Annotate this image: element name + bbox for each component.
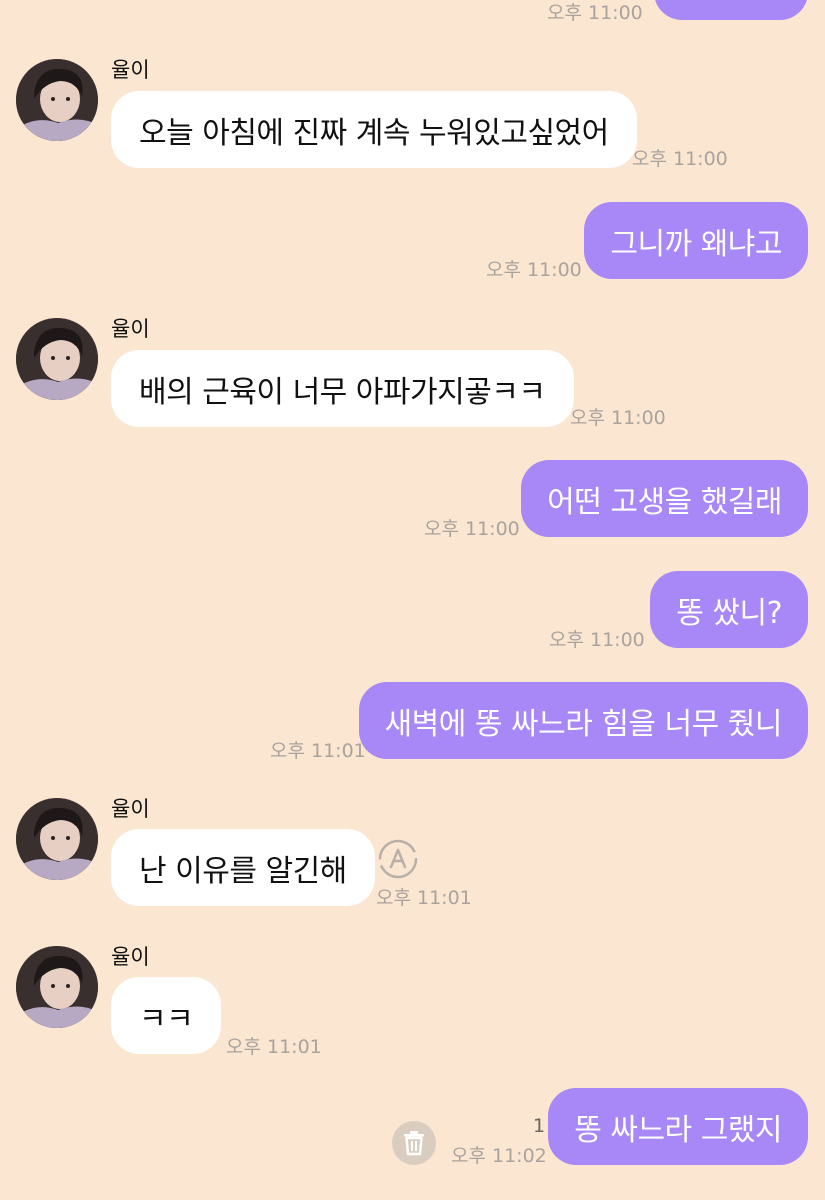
avatar-photo [16, 798, 98, 880]
message-bubble-outgoing[interactable]: 새벽에 똥 싸느라 힘을 너무 줬니 [358, 682, 808, 759]
delete-button[interactable] [392, 1121, 436, 1165]
partner-avatar[interactable] [16, 59, 98, 141]
avatar-photo [16, 59, 98, 141]
partner-name: 율이 [111, 945, 150, 969]
message-timestamp: 오후 11:01 [270, 740, 366, 762]
message-bubble-outgoing[interactable]: 어떤 고생을 했길래 [521, 460, 808, 537]
unread-count: 1 [533, 1115, 546, 1137]
message-timestamp: 오후 11:02 [451, 1145, 547, 1167]
message-bubble-incoming[interactable]: ㅋㅋ [111, 977, 222, 1054]
translate-button[interactable] [376, 837, 420, 881]
avatar-photo [16, 946, 98, 1028]
message-timestamp: 오후 11:01 [376, 887, 472, 909]
message-bubble-outgoing[interactable]: 똥 싸느라 그랬지 [548, 1088, 808, 1165]
message-bubble-incoming[interactable]: 난 이유를 알긴해 [111, 829, 375, 906]
partner-name: 율이 [111, 797, 150, 821]
message-timestamp: 오후 11:00 [424, 518, 520, 540]
partner-name: 율이 [111, 58, 150, 82]
message-bubble-outgoing[interactable]: 그니까 왜냐고 [584, 202, 808, 279]
trash-icon [404, 1131, 424, 1156]
message-timestamp: 오후 11:00 [549, 629, 645, 651]
message-bubble-outgoing[interactable]: 똥 쌌니? [650, 571, 808, 648]
message-bubble-outgoing[interactable] [654, 0, 808, 20]
message-timestamp: 오후 11:00 [547, 2, 643, 24]
message-bubble-incoming[interactable]: 오늘 아침에 진짜 계속 누워있고싶었어 [111, 91, 637, 168]
message-timestamp: 오후 11:00 [570, 407, 666, 429]
message-timestamp: 오후 11:00 [486, 259, 582, 281]
avatar-photo [16, 318, 98, 400]
message-bubble-incoming[interactable]: 배의 근육이 너무 아파가지곻ㅋㅋ [111, 350, 574, 427]
partner-avatar[interactable] [16, 798, 98, 880]
message-timestamp: 오후 11:01 [226, 1036, 322, 1058]
partner-avatar[interactable] [16, 946, 98, 1028]
translate-icon [378, 839, 418, 879]
partner-name: 율이 [111, 317, 150, 341]
message-timestamp: 오후 11:00 [632, 148, 728, 170]
partner-avatar[interactable] [16, 318, 98, 400]
